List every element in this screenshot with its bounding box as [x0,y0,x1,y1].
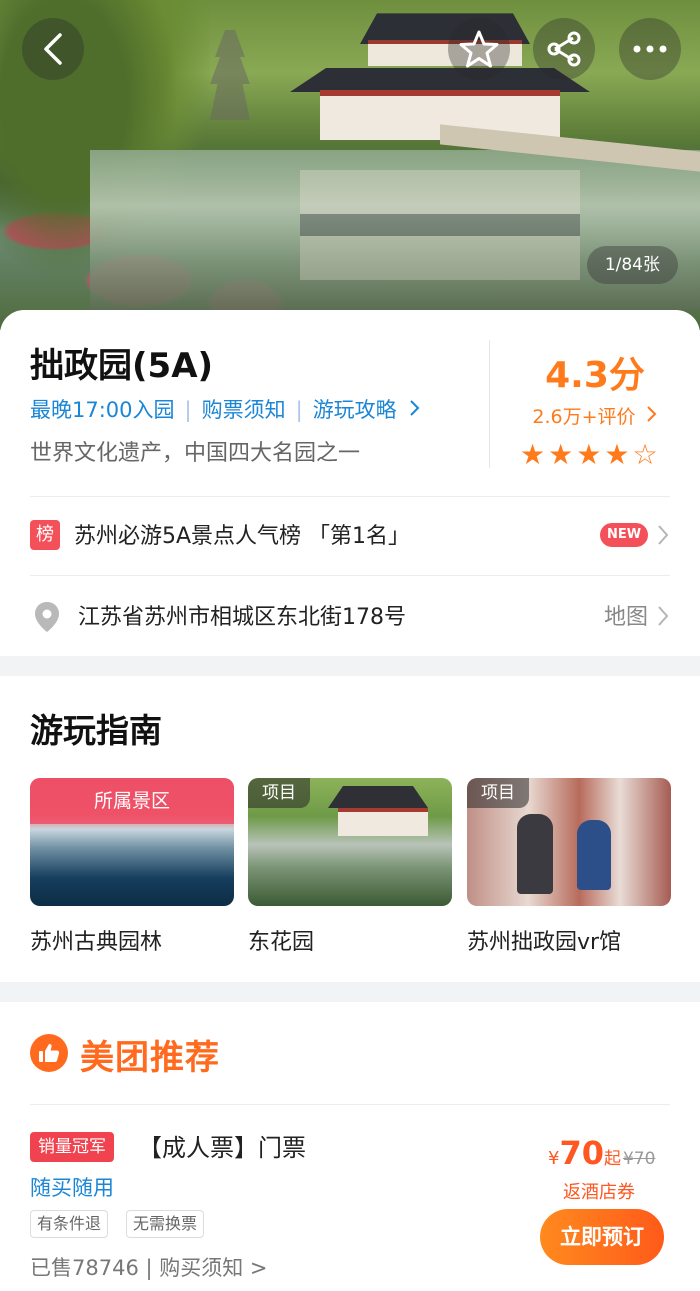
chevron-left-icon [44,33,62,65]
ticket-notice-link[interactable]: 购票须知 [202,398,286,422]
ticket-name: 【成人票】门票 [138,1134,306,1162]
ranking-text: 苏州必游5A景点人气榜 「第1名」 [74,524,411,549]
ranking-badge: 榜 [30,520,60,550]
guide-title: 游玩指南 [30,711,162,750]
hero-photo[interactable]: 1/84张 [0,0,700,330]
guide-card-label: 苏州拙政园vr馆 [467,930,622,955]
share-icon [547,31,581,67]
more-button[interactable] [619,18,681,80]
book-now-button[interactable]: 立即预订 [540,1209,664,1265]
guide-card-label: 苏州古典园林 [30,930,163,955]
address-row[interactable]: 江苏省苏州市相城区东北街178号 地图 [0,575,700,655]
sold-count[interactable]: 已售78746 | 购买须知 > [30,1252,268,1282]
price-suffix: 起 [603,1149,621,1169]
meituan-recommend-section: 美团推荐 销量冠军 【成人票】门票 随买随用 有条件退 无需换票 已售78746… [0,1002,700,1291]
guide-card[interactable]: 所属景区 苏州古典园林 [30,778,234,956]
star-outline-icon [459,30,499,68]
chevron-right-icon [410,400,420,416]
share-button[interactable] [533,18,595,80]
star-full-icon: ★ [576,438,602,471]
location-pin-icon [35,602,59,632]
attraction-page: 1/84张 拙政园(5A) 最晚17:00入园 | 购票须知 | 游玩攻略 世界文化遗产… [0,0,700,1291]
thumbs-up-icon [30,1034,68,1072]
more-dots-icon [633,45,667,53]
hotel-coupon: 返酒店券 [563,1182,635,1203]
guide-card-image: 所属景区 [30,778,234,906]
star-full-icon: ★ [520,438,546,471]
attraction-description: 世界文化遗产，中国四大名园之一 [30,441,361,466]
ticket-price: ¥70起 ¥70 [548,1134,655,1172]
photo-counter[interactable]: 1/84张 [586,246,678,284]
map-link[interactable]: 地图 [604,599,648,631]
star-full-icon: ★ [604,438,630,471]
info-links: 最晚17:00入园 | 购票须知 | 游玩攻略 [30,394,421,424]
project-tag: 项目 [248,778,310,808]
no-exchange-chip: 无需换票 [126,1210,205,1238]
star-full-icon: ★ [548,438,574,471]
guide-card[interactable]: 项目 东花园 [248,778,452,956]
guide-card-image: 项目 [467,778,671,906]
recommend-title: 美团推荐 [80,1038,220,1078]
distant-pagoda [210,30,250,120]
new-badge: NEW [600,523,648,547]
price-value: 70 [559,1134,604,1172]
travel-guide-link[interactable]: 游玩攻略 [313,398,397,422]
favorite-button[interactable] [448,18,510,80]
chevron-right-icon [658,606,669,626]
divider [30,1104,670,1105]
rating-score[interactable]: 4.3分 [490,346,700,398]
price-currency: ¥ [548,1148,560,1169]
attraction-title: 拙政园(5A) [30,346,214,386]
review-count: 2.6万+评价 [532,406,636,428]
attraction-info-card: 拙政园(5A) 最晚17:00入园 | 购票须知 | 游玩攻略 世界文化遗产，中国四大名… [0,310,700,656]
address-text: 江苏省苏州市相城区东北街178号 [78,605,406,630]
latest-entry-link[interactable]: 最晚17:00入园 [30,398,175,422]
project-tag: 项目 [467,778,529,808]
rating-stars: ★ ★ ★ ★ ☆ [520,440,658,470]
refund-chip: 有条件退 [30,1210,109,1238]
back-button[interactable] [22,18,84,80]
scenic-area-banner: 所属景区 [30,778,234,824]
ranking-row[interactable]: 榜 苏州必游5A景点人气榜 「第1名」 NEW [0,496,700,574]
chevron-right-icon [658,525,669,545]
star-half-icon: ☆ [632,438,658,471]
guide-card-image: 项目 [248,778,452,906]
original-price: ¥70 [622,1149,656,1169]
chevron-right-icon [646,406,657,422]
sales-champion-badge: 销量冠军 [30,1132,114,1162]
ticket-usage: 随买随用 [30,1176,114,1200]
review-count-link[interactable]: 2.6万+评价 [490,402,700,429]
guide-card[interactable]: 项目 苏州拙政园vr馆 [467,778,671,956]
pavilion-reflection [300,170,580,280]
guide-card-label: 东花园 [248,930,315,955]
play-guide-section: 游玩指南 所属景区 苏州古典园林 项目 东花园 项目 苏州拙政园vr馆 [0,676,700,982]
